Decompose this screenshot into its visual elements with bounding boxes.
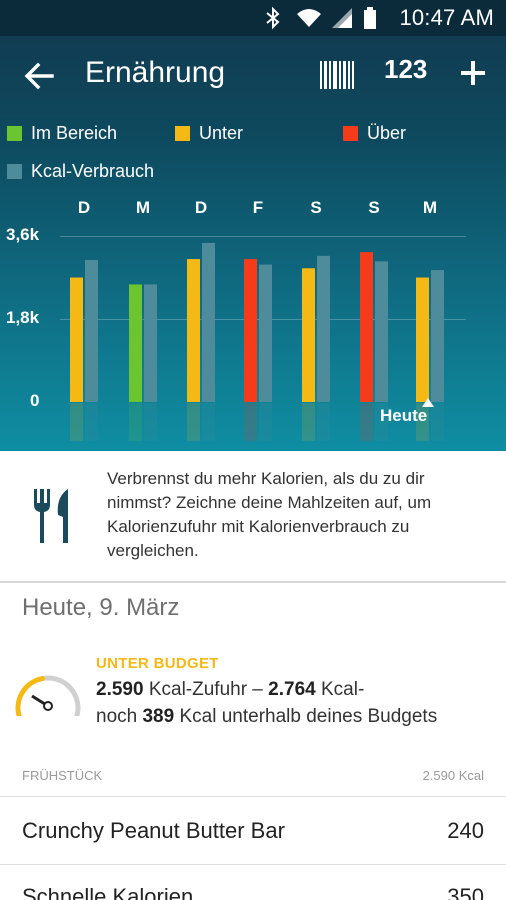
intake-bar: [129, 284, 142, 402]
signal-icon: [332, 8, 352, 28]
bar-reflection: [431, 403, 444, 441]
battery-icon: [364, 7, 376, 29]
food-name: Schnelle Kalorien: [22, 884, 194, 900]
remaining-prefix: noch: [96, 706, 138, 727]
bar-reflection: [317, 403, 330, 441]
intake-bar: [244, 259, 257, 402]
burn-bar: [85, 259, 98, 402]
status-bar: 10:47 AM: [0, 0, 506, 36]
intake-label: Kcal-Zufuhr –: [148, 679, 263, 700]
nutrition-screen: 10:47 AM Ernährung 123 Im Bereich Unter …: [0, 0, 506, 900]
bar-reflection: [129, 403, 142, 441]
status-time: 10:47 AM: [399, 5, 494, 30]
burn-bar: [317, 255, 330, 402]
today-pointer-icon: [422, 398, 434, 407]
today-label: Heute: [380, 406, 428, 425]
fork-knife-icon: [34, 489, 68, 543]
budget-gauge-icon: [15, 675, 81, 716]
bar-reflection: [360, 403, 373, 441]
intake-bar: [416, 277, 429, 402]
intake-value: 2.590: [96, 679, 144, 700]
food-calories: 350: [447, 884, 484, 900]
bar-reflection: [144, 403, 157, 441]
burn-bar: [259, 264, 272, 402]
remaining-suffix: Kcal unterhalb deines Budgets: [179, 706, 438, 727]
date-heading: Heute, 9. März: [22, 594, 180, 621]
bar-reflection: [202, 403, 215, 441]
intake-bar: [187, 259, 200, 402]
burn-value: 2.764: [268, 679, 316, 700]
divider: [0, 864, 506, 865]
intake-burn-line: 2.590 Kcal-Zufuhr – 2.764 Kcal-: [96, 679, 364, 701]
bar-reflection: [187, 403, 200, 441]
intake-bar: [70, 277, 83, 402]
nutrition-header: Ernährung 123 Im Bereich Unter Über Kcal…: [0, 36, 506, 451]
info-card: Verbrennst du mehr Kalorien, als du zu d…: [0, 451, 506, 583]
burn-label: Kcal-: [320, 679, 365, 700]
food-calories: 240: [447, 818, 484, 843]
bar-reflection: [302, 403, 315, 441]
today-marker[interactable]: Heute: [380, 398, 434, 426]
burn-bar: [375, 261, 388, 402]
wifi-icon: [297, 9, 321, 27]
food-name: Crunchy Peanut Butter Bar: [22, 818, 285, 843]
intake-bar: [360, 252, 373, 402]
bar-reflection: [85, 403, 98, 441]
bar-reflection: [70, 403, 83, 441]
burn-bar: [202, 242, 215, 402]
info-text: Verbrennst du mehr Kalorien, als du zu d…: [107, 469, 432, 560]
bar-reflection: [244, 403, 257, 441]
meal-section-header: FRÜHSTÜCK: [22, 768, 103, 783]
intake-bar: [302, 268, 315, 402]
calorie-bar-chart: [70, 242, 444, 441]
budget-status: UNTER BUDGET: [96, 655, 219, 672]
remaining-value: 389: [142, 706, 175, 727]
burn-bar: [431, 270, 444, 402]
burn-bar: [144, 284, 157, 402]
bar-reflection: [259, 403, 272, 441]
remaining-line: noch 389 Kcal unterhalb deines Budgets: [96, 706, 437, 728]
divider: [0, 796, 506, 797]
meal-section-total: 2.590 Kcal: [422, 768, 484, 783]
bluetooth-icon: [266, 6, 280, 30]
